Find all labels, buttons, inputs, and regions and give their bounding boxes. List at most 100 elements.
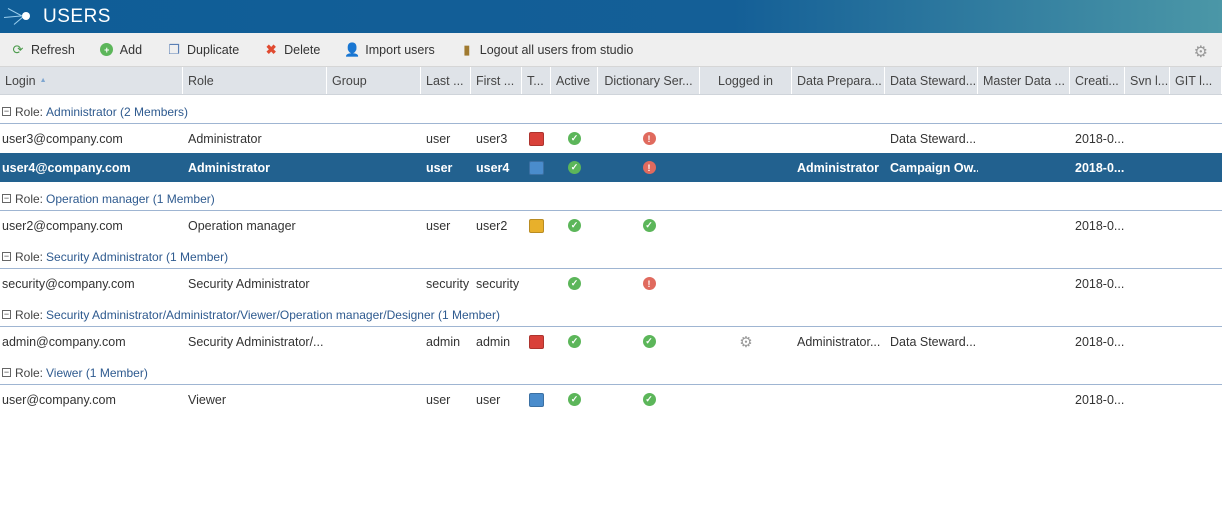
cell-group <box>327 124 421 153</box>
cell-login: user3@company.com <box>2 131 123 146</box>
cell-logged <box>700 385 792 414</box>
column-header-label: Logged in <box>718 73 773 88</box>
add-button[interactable]: + Add <box>99 43 142 57</box>
cell-login: user4@company.com <box>2 160 131 175</box>
column-header-dict[interactable]: Dictionary Ser... <box>598 67 700 94</box>
column-header-created[interactable]: Creati... <box>1070 67 1125 94</box>
cell-first: user3 <box>476 131 508 146</box>
cell-active: ✓ <box>551 385 598 414</box>
cell-logged <box>700 153 792 182</box>
user-type-icon <box>529 131 544 146</box>
table-row[interactable]: user4@company.com Administrator user user4 ✓… <box>0 153 1222 182</box>
column-header-type[interactable]: T... <box>522 67 551 94</box>
check-icon: ✓ <box>642 335 656 348</box>
collapse-icon[interactable]: − <box>2 368 11 377</box>
title-bar: USERS <box>0 0 1222 33</box>
cell-group <box>327 385 421 414</box>
user-type-icon <box>529 218 544 233</box>
group-row[interactable]: − Role: Viewer (1 Member) <box>0 356 1222 385</box>
column-header-first[interactable]: First ... <box>471 67 522 94</box>
group-prefix: Role: <box>15 366 44 380</box>
cell-steward <box>885 385 978 414</box>
cell-svn <box>1125 211 1170 240</box>
group-prefix: Role: <box>15 192 44 206</box>
column-header-role[interactable]: Role <box>183 67 327 94</box>
group-prefix: Role: <box>15 250 44 264</box>
app-logo-icon <box>0 0 40 33</box>
column-header-label: Data Prepara... <box>797 73 882 88</box>
error-icon: ! <box>642 277 656 290</box>
column-header-label: Master Data ... <box>983 73 1065 88</box>
error-icon: ! <box>642 132 656 145</box>
cell-first: admin <box>476 334 511 349</box>
import-users-button[interactable]: 👤 Import users <box>344 42 435 57</box>
delete-button[interactable]: ✖ Delete <box>263 42 321 57</box>
group-row[interactable]: − Role: Security Administrator (1 Member) <box>0 240 1222 269</box>
cell-git <box>1170 211 1222 240</box>
group-row[interactable]: − Role: Operation manager (1 Member) <box>0 182 1222 211</box>
toolbar: ⟳ Refresh + Add ❐ Duplicate ✖ Delete 👤 Import… <box>0 33 1222 67</box>
column-header-login[interactable]: Login ▲ <box>0 67 183 94</box>
delete-label: Delete <box>284 42 321 57</box>
cell-group <box>327 211 421 240</box>
cell-prep: Administrator... <box>797 334 881 349</box>
column-header-group[interactable]: Group <box>327 67 421 94</box>
table-row[interactable]: user@company.com Viewer user user ✓ ✓ 2018-0..… <box>0 385 1222 414</box>
column-header-steward[interactable]: Data Steward... <box>885 67 978 94</box>
logout-all-button[interactable]: ▮ Logout all users from studio <box>459 42 633 57</box>
column-header-svn[interactable]: Svn l... <box>1125 67 1170 94</box>
cell-created: 2018-0... <box>1075 334 1125 349</box>
cell-master <box>978 327 1070 356</box>
column-header-git[interactable]: GIT l... <box>1170 67 1222 94</box>
cell-master <box>978 269 1070 298</box>
cell-type <box>522 269 551 298</box>
cell-svn <box>1125 153 1170 182</box>
collapse-icon[interactable]: − <box>2 252 11 261</box>
cell-login: user2@company.com <box>2 218 123 233</box>
cell-svn <box>1125 124 1170 153</box>
refresh-icon: ⟳ <box>12 41 24 57</box>
cell-git <box>1170 153 1222 182</box>
cell-first: user2 <box>476 218 508 233</box>
duplicate-button[interactable]: ❐ Duplicate <box>166 42 240 57</box>
column-header-prep[interactable]: Data Prepara... <box>792 67 885 94</box>
table-row[interactable]: user3@company.com Administrator user user3 ✓… <box>0 124 1222 153</box>
column-header-last[interactable]: Last ... <box>421 67 471 94</box>
cell-group <box>327 269 421 298</box>
group-name: Administrator (2 Members) <box>46 105 189 119</box>
settings-gear-icon[interactable]: ⚙ <box>1194 42 1208 62</box>
cell-git <box>1170 385 1222 414</box>
collapse-icon[interactable]: − <box>2 310 11 319</box>
cell-type <box>522 153 551 182</box>
column-header-logged[interactable]: Logged in <box>700 67 792 94</box>
add-label: Add <box>119 42 143 57</box>
collapse-icon[interactable]: − <box>2 194 11 203</box>
duplicate-label: Duplicate <box>187 42 240 57</box>
cell-dict: ! <box>598 269 700 298</box>
cell-git <box>1170 327 1222 356</box>
table-row[interactable]: security@company.com Security Administrat… <box>0 269 1222 298</box>
table-row[interactable]: user2@company.com Operation manager user us… <box>0 211 1222 240</box>
cell-master <box>978 385 1070 414</box>
cell-dict: ! <box>598 124 700 153</box>
cell-dict: ✓ <box>598 327 700 356</box>
collapse-icon[interactable]: − <box>2 107 11 116</box>
group-prefix: Role: <box>15 105 44 119</box>
column-header-master[interactable]: Master Data ... <box>978 67 1070 94</box>
column-header-label: T... <box>527 73 544 88</box>
check-icon: ✓ <box>642 219 656 232</box>
cell-svn <box>1125 327 1170 356</box>
cell-role: Administrator <box>188 160 270 175</box>
sort-ascending-icon[interactable]: ▲ <box>40 77 47 84</box>
cell-prep <box>792 211 885 240</box>
column-header-label: Data Steward... <box>890 73 977 88</box>
column-header-active[interactable]: Active <box>551 67 598 94</box>
table-row[interactable]: admin@company.com Security Administrator/… <box>0 327 1222 356</box>
group-row[interactable]: − Role: Administrator (2 Members) <box>0 95 1222 124</box>
cell-master <box>978 124 1070 153</box>
group-row[interactable]: − Role: Security Administrator/Administrat… <box>0 298 1222 327</box>
cell-role: Viewer <box>188 392 226 407</box>
user-type-icon <box>529 392 544 407</box>
cell-dict: ! <box>598 153 700 182</box>
refresh-button[interactable]: ⟳ Refresh <box>10 41 75 57</box>
